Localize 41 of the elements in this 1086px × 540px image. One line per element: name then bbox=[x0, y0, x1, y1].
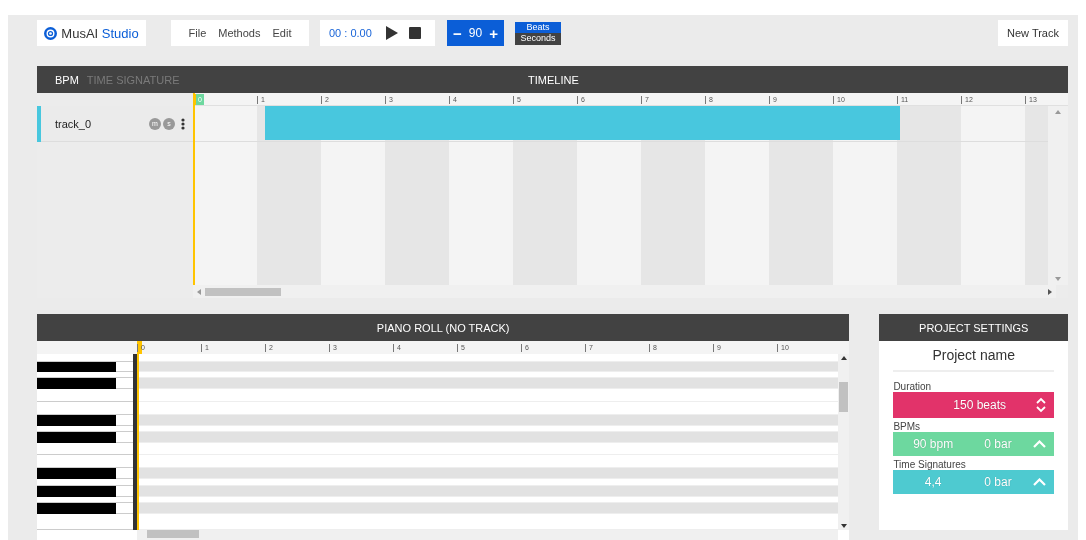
tab[interactable]: BPM bbox=[53, 73, 81, 86]
field-label: Time Signatures bbox=[893, 459, 967, 470]
project-name[interactable]: Project name bbox=[893, 347, 1054, 372]
scroll-left-icon[interactable] bbox=[197, 288, 201, 295]
playhead-marker[interactable] bbox=[137, 341, 142, 354]
panel-title: PROJECT SETTINGS bbox=[919, 321, 1029, 334]
duration-spinner[interactable]: 150 beats bbox=[893, 392, 1054, 418]
playhead[interactable] bbox=[133, 354, 139, 530]
field-label: Duration bbox=[893, 381, 933, 392]
field-label: BPMs bbox=[893, 421, 922, 432]
track-name: track_0 bbox=[55, 117, 93, 130]
menu-item[interactable]: File bbox=[183, 27, 212, 39]
decrease-button[interactable]: − bbox=[451, 25, 464, 41]
chevron-up-icon[interactable] bbox=[1033, 478, 1046, 486]
play-icon[interactable] bbox=[386, 26, 398, 40]
stop-icon[interactable] bbox=[409, 27, 421, 39]
panel-title: TIMELINE bbox=[528, 73, 579, 86]
vertical-scrollbar[interactable] bbox=[838, 354, 850, 530]
logo-text: MusAI Studio bbox=[61, 25, 139, 41]
increase-button[interactable]: + bbox=[487, 25, 500, 41]
scroll-down-icon[interactable] bbox=[840, 524, 847, 528]
more-icon[interactable] bbox=[181, 117, 185, 130]
scrollbar-thumb[interactable] bbox=[205, 287, 281, 296]
panel-title: PIANO ROLL (NO TRACK) bbox=[376, 321, 510, 334]
chevron-up-icon[interactable] bbox=[1033, 440, 1046, 448]
horizontal-scrollbar[interactable] bbox=[137, 530, 839, 540]
horizontal-scrollbar[interactable] bbox=[193, 285, 1056, 298]
track-clip[interactable] bbox=[265, 106, 900, 140]
scroll-up-icon[interactable] bbox=[840, 356, 847, 360]
scrollbar-thumb[interactable] bbox=[839, 382, 849, 412]
scrollbar-thumb[interactable] bbox=[147, 530, 199, 538]
time-display: 00 : 0.00 bbox=[329, 27, 373, 39]
tempo-value: 90 bbox=[468, 26, 483, 40]
scroll-right-icon[interactable] bbox=[1048, 288, 1052, 295]
new-track-button[interactable]: New Track bbox=[998, 20, 1068, 46]
disc-icon bbox=[44, 26, 58, 40]
menu-item[interactable]: Methods bbox=[213, 27, 266, 39]
spinner-arrows-icon[interactable] bbox=[1036, 397, 1046, 413]
time-mode-toggle[interactable]: Seconds bbox=[515, 33, 561, 45]
menu-item[interactable]: Edit bbox=[267, 27, 297, 39]
time-mode-toggle[interactable]: Beats bbox=[515, 21, 561, 33]
